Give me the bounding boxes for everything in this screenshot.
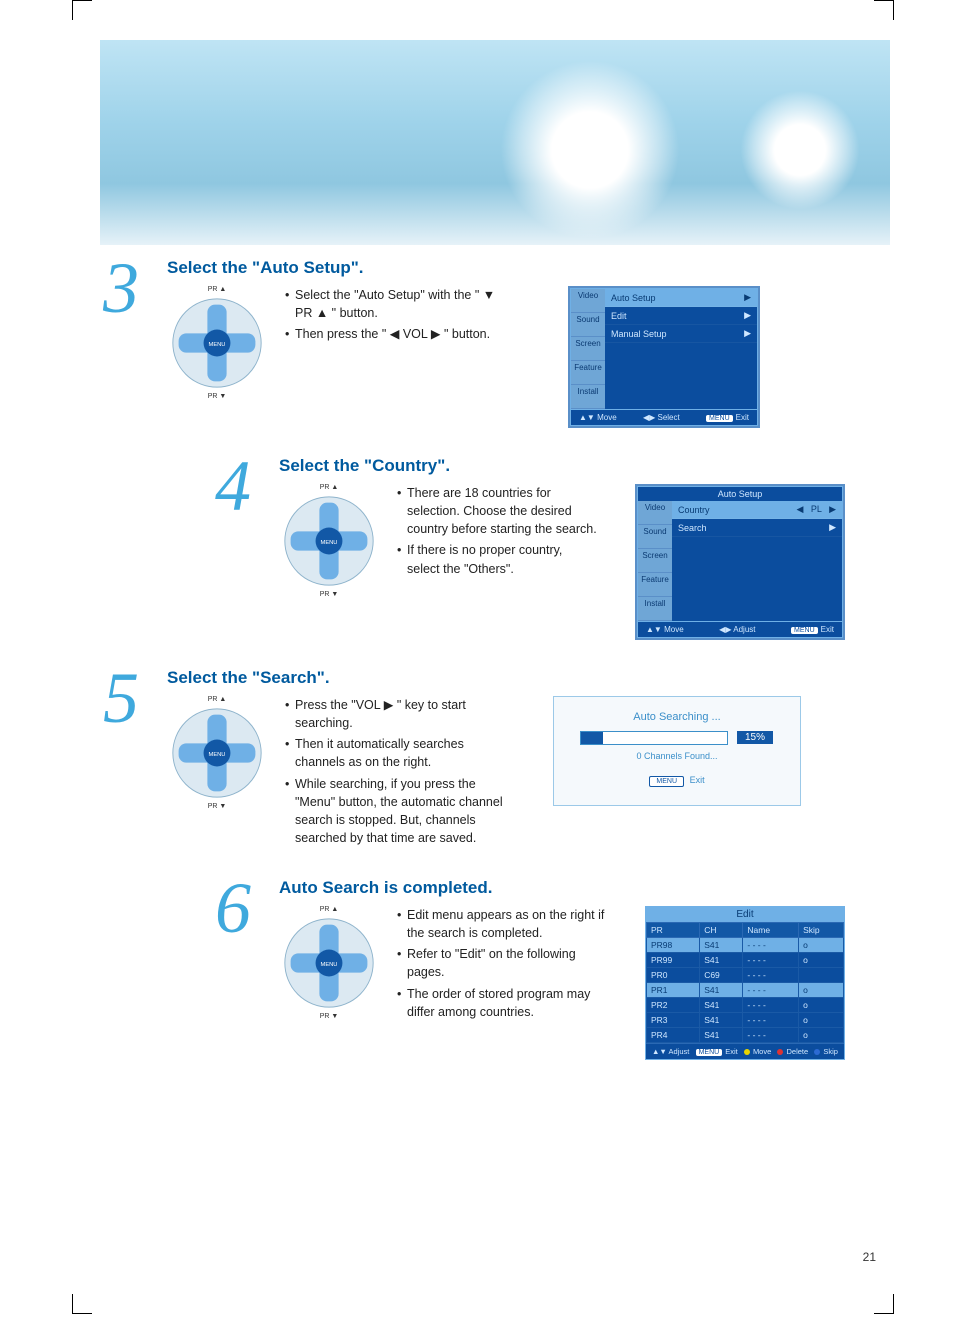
step-6: 6 Auto Search is completed. PR ▲ MENU PR… (95, 878, 894, 1060)
osd-adjust-hint: ◀▶ Adjust (719, 625, 755, 634)
edit-delete-hint: Delete (777, 1047, 808, 1056)
crop-mark-tl (72, 0, 92, 20)
edit-skip-hint: Skip (814, 1047, 838, 1056)
svg-text:MENU: MENU (321, 962, 338, 968)
step-5: 5 Select the "Search". PR ▲ MENU PR ▼ (95, 668, 894, 850)
osd-menu-item: Manual Setup▶ (605, 325, 757, 343)
searching-title: Auto Searching ... (580, 711, 774, 723)
crop-mark-tr (874, 0, 894, 20)
osd-menu-item: Edit▶ (605, 307, 757, 325)
header-banner (100, 40, 890, 245)
bullet-item: Refer to "Edit" on the following pages. (397, 945, 607, 981)
table-header: PR (647, 923, 700, 938)
progress-bar: 15% (580, 731, 728, 745)
osd-side-item: Feature (571, 361, 605, 385)
step-3: 3 Select the "Auto Setup". PR ▲ MENU PR … (95, 258, 894, 428)
edit-adjust-hint: ▲▼ Adjust (652, 1047, 689, 1056)
remote-dpad-illustration: PR ▲ MENU PR ▼ (279, 906, 379, 1020)
remote-dpad-illustration: PR ▲ MENU PR ▼ (167, 286, 267, 400)
step-number: 6 (215, 876, 251, 941)
dandelion-graphic (500, 60, 680, 240)
edit-title: Edit (646, 907, 844, 922)
edit-move-hint: Move (744, 1047, 771, 1056)
step-title: Select the "Search". (167, 668, 894, 688)
page-number: 21 (863, 1250, 876, 1264)
dpad-label-top: PR ▲ (320, 484, 339, 491)
osd-move-hint: ▲▼ Move (646, 625, 684, 634)
channels-found: 0 Channels Found... (580, 751, 774, 761)
remote-dpad-illustration: PR ▲ MENU PR ▼ (167, 696, 267, 810)
bullet-item: Then it automatically searches channels … (285, 735, 515, 771)
bullet-item: If there is no proper country, select th… (397, 541, 597, 577)
osd-auto-setup-menu: Auto Setup VideoSoundScreenFeatureInstal… (635, 484, 845, 640)
osd-side-item: Video (571, 289, 605, 313)
svg-text:MENU: MENU (321, 540, 338, 546)
step-bullets: There are 18 countries for selection. Ch… (397, 484, 597, 578)
exit-hint: MENU Exit (580, 775, 774, 787)
bullet-item: While searching, if you press the "Menu"… (285, 775, 515, 848)
osd-auto-searching: Auto Searching ... 15% 0 Channels Found.… (553, 696, 801, 806)
step-title: Auto Search is completed. (279, 878, 894, 898)
dpad-label-top: PR ▲ (320, 906, 339, 913)
step-bullets: Edit menu appears as on the right if the… (397, 906, 607, 1021)
step-number: 4 (215, 454, 251, 519)
table-row: PR2S41- - - -o (647, 998, 844, 1013)
osd-menu-item: Search▶ (672, 519, 842, 537)
osd-move-hint: ▲▼ Move (579, 413, 617, 422)
svg-text:MENU: MENU (209, 342, 226, 348)
osd-side-item: Sound (571, 313, 605, 337)
table-header: CH (700, 923, 743, 938)
osd-select-hint: ◀▶ Select (643, 413, 680, 422)
dpad-label-top: PR ▲ (208, 286, 227, 293)
step-title: Select the "Auto Setup". (167, 258, 894, 278)
bullet-item: Edit menu appears as on the right if the… (397, 906, 607, 942)
osd-side-item: Feature (638, 573, 672, 597)
bullet-item: The order of stored program may differ a… (397, 985, 607, 1021)
osd-side-item: Screen (638, 549, 672, 573)
table-header: Skip (799, 923, 844, 938)
osd-menu-item: Country◀ PL ▶ (672, 501, 842, 519)
step-bullets: Press the "VOL ▶ " key to start searchin… (285, 696, 515, 847)
table-row: PR4S41- - - -o (647, 1028, 844, 1043)
dpad-label-bottom: PR ▼ (208, 803, 227, 810)
step-title: Select the "Country". (279, 456, 894, 476)
osd-side-item: Sound (638, 525, 672, 549)
remote-dpad-illustration: PR ▲ MENU PR ▼ (279, 484, 379, 598)
step-number: 5 (103, 666, 139, 731)
crop-mark-br (874, 1294, 894, 1314)
dandelion-graphic (740, 90, 860, 210)
bullet-item: Press the "VOL ▶ " key to start searchin… (285, 696, 515, 732)
svg-text:MENU: MENU (209, 752, 226, 758)
osd-side-item: Install (571, 385, 605, 409)
edit-table: PRCHNameSkip PR98S41- - - -oPR99S41- - -… (646, 922, 844, 1043)
bullet-item: There are 18 countries for selection. Ch… (397, 484, 597, 538)
osd-side-item: Video (638, 501, 672, 525)
dpad-label-bottom: PR ▼ (320, 1013, 339, 1020)
dpad-label-bottom: PR ▼ (320, 591, 339, 598)
osd-edit-menu: Edit PRCHNameSkip PR98S41- - - -oPR99S41… (645, 906, 845, 1060)
osd-exit-hint: MENUExit (706, 413, 749, 422)
osd-side-item: Install (638, 597, 672, 621)
step-bullets: Select the "Auto Setup" with the " ▼ PR … (285, 286, 510, 343)
dpad-label-top: PR ▲ (208, 696, 227, 703)
dpad-label-bottom: PR ▼ (208, 393, 227, 400)
crop-mark-bl (72, 1294, 92, 1314)
bullet-item: Select the "Auto Setup" with the " ▼ PR … (285, 286, 510, 322)
table-row: PR98S41- - - -o (647, 938, 844, 953)
table-row: PR1S41- - - -o (647, 983, 844, 998)
osd-menu-item: Auto Setup▶ (605, 289, 757, 307)
osd-install-menu: VideoSoundScreenFeatureInstall Auto Setu… (568, 286, 760, 428)
table-header: Name (743, 923, 799, 938)
osd-side-item: Screen (571, 337, 605, 361)
bullet-item: Then press the " ◀ VOL ▶ " button. (285, 325, 510, 343)
edit-exit-hint: MENUExit (696, 1047, 738, 1056)
progress-percent: 15% (737, 731, 773, 744)
osd-exit-hint: MENUExit (791, 625, 834, 634)
step-4: 4 Select the "Country". PR ▲ MENU PR ▼ (95, 456, 894, 640)
table-row: PR0C69- - - - (647, 968, 844, 983)
osd-title: Auto Setup (638, 487, 842, 501)
step-number: 3 (103, 256, 139, 321)
table-row: PR99S41- - - -o (647, 953, 844, 968)
table-row: PR3S41- - - -o (647, 1013, 844, 1028)
